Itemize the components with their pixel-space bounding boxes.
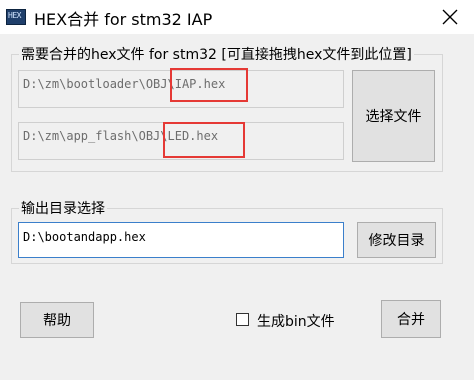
highlight-box-iap (170, 68, 248, 102)
select-file-button[interactable]: 选择文件 (352, 70, 435, 162)
input-files-group-label: 需要合并的hex文件 for stm32 [可直接拖拽hex文件到此位置] (19, 44, 414, 64)
help-button[interactable]: 帮助 (20, 302, 94, 338)
close-button[interactable] (426, 0, 474, 34)
merge-button[interactable]: 合并 (381, 300, 441, 338)
bin-checkbox-label[interactable]: 生成bin文件 (257, 311, 335, 331)
modify-dir-button[interactable]: 修改目录 (357, 222, 436, 258)
output-dir-group-label: 输出目录选择 (19, 198, 107, 218)
app-icon-text: HEX (8, 11, 21, 20)
title-bar: HEX HEX合并 for stm32 IAP (0, 0, 474, 34)
highlight-box-led (163, 122, 245, 158)
app-icon: HEX (6, 9, 26, 25)
bin-checkbox[interactable] (236, 313, 249, 326)
output-path-input[interactable]: D:\bootandapp.hex (18, 222, 344, 258)
close-icon (442, 9, 458, 25)
window-title: HEX合并 for stm32 IAP (34, 10, 213, 29)
